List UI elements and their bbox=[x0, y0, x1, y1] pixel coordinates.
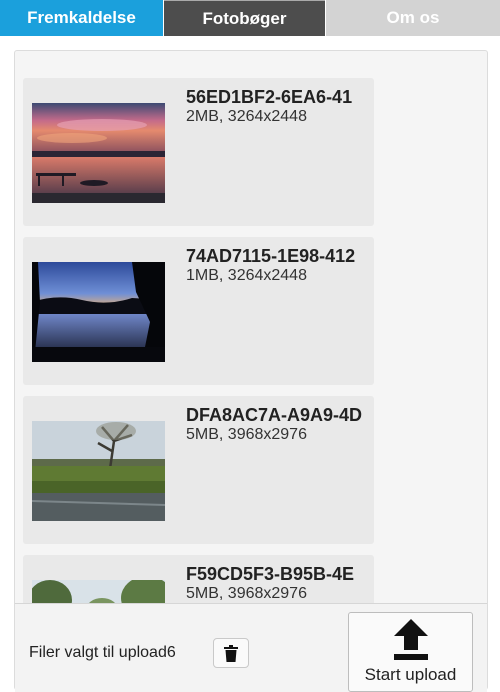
trash-icon bbox=[224, 645, 238, 662]
list-item[interactable]: 74AD7115-1E98-412 1MB, 3264x2448 bbox=[23, 237, 374, 385]
tab-om-os[interactable]: Om os bbox=[326, 0, 500, 36]
file-meta: 5MB, 3968x2976 bbox=[186, 426, 307, 443]
upload-arrow-icon bbox=[394, 619, 428, 660]
file-meta: 5MB, 3968x2976 bbox=[186, 585, 307, 602]
tab-fremkaldelse[interactable]: Fremkaldelse bbox=[0, 0, 163, 36]
file-name: 56ED1BF2-6EA6-41 bbox=[186, 87, 353, 107]
upload-footer: Filer valgt til upload6 Start upload bbox=[15, 603, 487, 692]
tab-bar: Fremkaldelse Fotobøger Om os bbox=[0, 0, 500, 36]
file-meta: 1MB, 3264x2448 bbox=[186, 267, 307, 284]
file-name: DFA8AC7A-A9A9-4D bbox=[186, 405, 363, 425]
upload-panel: 56ED1BF2-6EA6-41 2MB, 3264x2448 74AD7115… bbox=[14, 50, 488, 692]
delete-files-button[interactable] bbox=[213, 638, 249, 668]
list-item[interactable]: F59CD5F3-B95B-4E 5MB, 3968x2976 bbox=[23, 555, 374, 603]
file-name: 74AD7115-1E98-412 bbox=[186, 246, 356, 266]
photo-thumbnail bbox=[32, 103, 165, 203]
list-item[interactable]: DFA8AC7A-A9A9-4D 5MB, 3968x2976 bbox=[23, 396, 374, 544]
selected-files-label: Filer valgt til upload6 bbox=[29, 644, 176, 661]
photo-thumbnail bbox=[32, 421, 165, 521]
file-list[interactable]: 56ED1BF2-6EA6-41 2MB, 3264x2448 74AD7115… bbox=[15, 51, 487, 603]
list-item[interactable]: 56ED1BF2-6EA6-41 2MB, 3264x2448 bbox=[23, 78, 374, 226]
start-upload-label: Start upload bbox=[364, 665, 457, 684]
start-upload-button[interactable]: Start upload bbox=[348, 612, 473, 692]
tab-fotoboger[interactable]: Fotobøger bbox=[164, 0, 325, 36]
file-meta: 2MB, 3264x2448 bbox=[186, 108, 307, 125]
photo-thumbnail bbox=[32, 262, 165, 362]
file-name: F59CD5F3-B95B-4E bbox=[186, 564, 355, 584]
photo-thumbnail bbox=[32, 580, 165, 603]
